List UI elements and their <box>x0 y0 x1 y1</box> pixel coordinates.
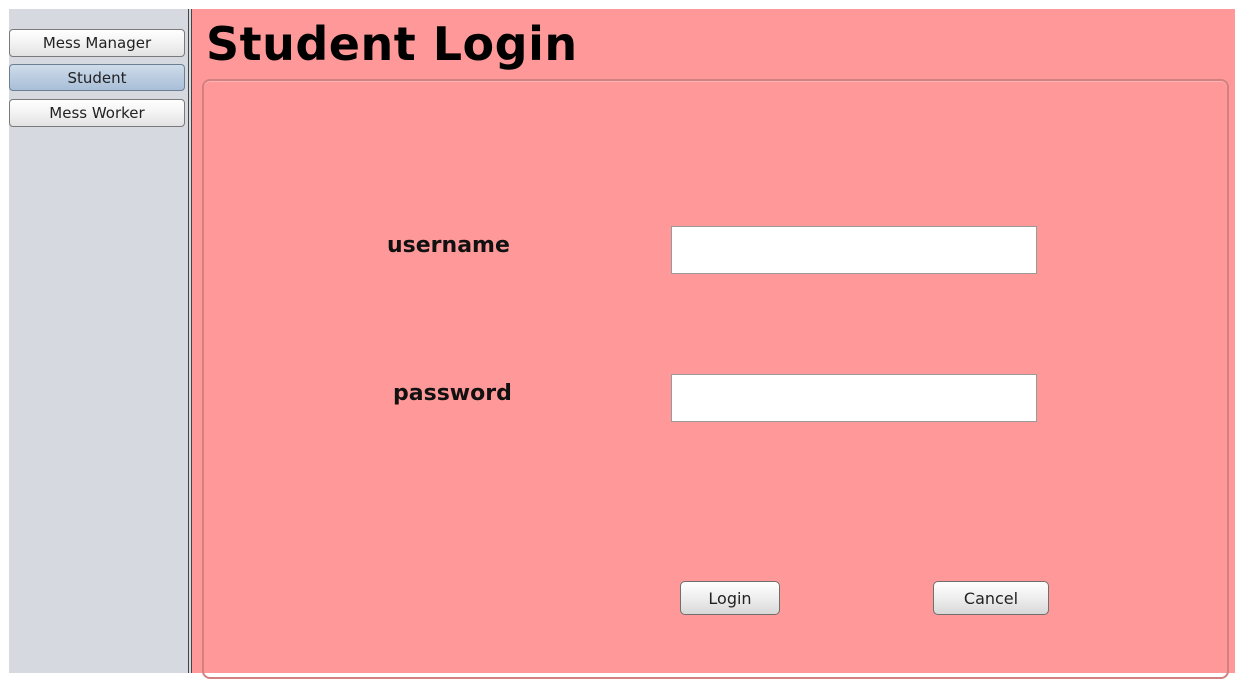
cancel-button[interactable]: Cancel <box>933 581 1049 615</box>
username-field[interactable] <box>671 226 1037 274</box>
app-window: Mess Manager Student Mess Worker Student… <box>9 9 1235 679</box>
username-label: username <box>387 233 510 258</box>
login-form-panel: username password Login Cancel <box>202 79 1229 679</box>
page-title: Student Login <box>206 17 578 71</box>
sidebar-item-mess-worker[interactable]: Mess Worker <box>9 99 185 127</box>
main-panel: Student Login username password Login Ca… <box>192 9 1235 679</box>
login-button[interactable]: Login <box>680 581 780 615</box>
sidebar-item-student[interactable]: Student <box>9 64 185 91</box>
password-label: password <box>393 381 512 406</box>
sidebar-item-mess-manager[interactable]: Mess Manager <box>9 29 185 57</box>
password-field[interactable] <box>671 374 1037 422</box>
sidebar: Mess Manager Student Mess Worker <box>9 9 188 673</box>
